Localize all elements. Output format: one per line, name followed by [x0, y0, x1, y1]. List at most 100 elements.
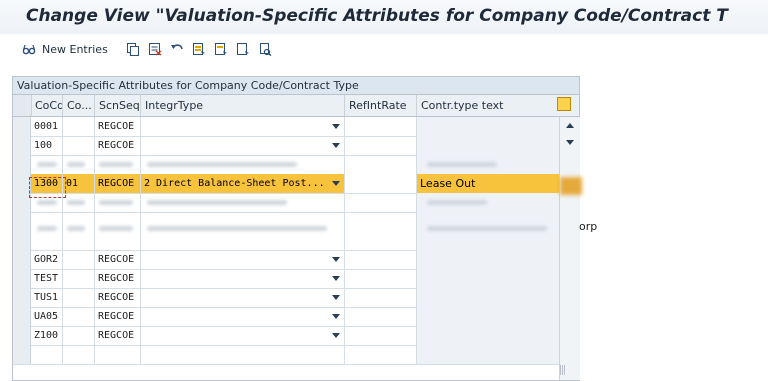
scnseq-cell[interactable]: REGCOE — [95, 117, 141, 136]
scnseq-cell[interactable]: REGCOE — [95, 269, 141, 288]
select-all-rows-button[interactable] — [13, 95, 32, 116]
co-cell[interactable] — [63, 155, 95, 174]
cocd-cell[interactable] — [31, 155, 63, 174]
refintrate-cell[interactable] — [345, 212, 417, 250]
copy-button[interactable] — [126, 41, 140, 57]
cocd-cell[interactable]: TEST — [31, 269, 63, 288]
application-toolbar: New Entries — [0, 34, 768, 64]
integrtype-dropdown[interactable] — [141, 326, 345, 345]
cocd-cell[interactable]: 100 — [31, 136, 63, 155]
cocd-cell[interactable]: TUS1 — [31, 288, 63, 307]
chevron-down-icon[interactable] — [332, 276, 340, 281]
co-cell[interactable] — [63, 288, 95, 307]
vertical-scrollbar[interactable] — [559, 117, 580, 380]
integrtype-dropdown[interactable] — [141, 307, 345, 326]
undo-button[interactable] — [170, 41, 184, 57]
scnseq-cell[interactable]: REGCOE — [95, 307, 141, 326]
co-cell[interactable] — [63, 193, 95, 212]
refintrate-cell[interactable] — [345, 155, 417, 174]
refintrate-cell[interactable] — [345, 288, 417, 307]
scroll-down-icon[interactable] — [566, 140, 574, 145]
scnseq-cell[interactable]: REGCOE — [95, 250, 141, 269]
column-header-cocd[interactable]: CoCd — [31, 95, 63, 116]
co-cell[interactable] — [63, 212, 95, 250]
refintrate-cell[interactable] — [345, 193, 417, 212]
deselect-all-button[interactable] — [236, 41, 250, 57]
cocd-cell[interactable] — [31, 345, 63, 364]
co-cell[interactable] — [63, 136, 95, 155]
scnseq-cell[interactable] — [95, 193, 141, 212]
refintrate-cell[interactable] — [345, 345, 417, 364]
integrtype-cell[interactable] — [141, 345, 345, 364]
co-cell[interactable] — [63, 117, 95, 136]
column-header-contr-type-text[interactable]: Contr.type text — [417, 95, 559, 116]
co-cell[interactable] — [63, 345, 95, 364]
refintrate-cell[interactable] — [345, 326, 417, 345]
row-selector[interactable] — [13, 212, 31, 250]
scnseq-cell[interactable] — [95, 345, 141, 364]
refintrate-cell[interactable] — [345, 250, 417, 269]
row-selector[interactable] — [13, 307, 31, 326]
integrtype-dropdown[interactable] — [141, 269, 345, 288]
integrtype-dropdown[interactable] — [141, 288, 345, 307]
chevron-down-icon[interactable] — [332, 143, 340, 148]
chevron-down-icon[interactable] — [332, 314, 340, 319]
row-selector[interactable] — [13, 250, 31, 269]
refintrate-cell[interactable] — [345, 136, 417, 155]
new-entries-button[interactable]: New Entries — [22, 41, 108, 57]
cocd-cell[interactable]: 0001 — [31, 117, 63, 136]
co-cell[interactable] — [63, 307, 95, 326]
print-button[interactable] — [258, 41, 272, 57]
refintrate-cell[interactable] — [345, 117, 417, 136]
integrtype-dropdown[interactable] — [141, 136, 345, 155]
row-selector[interactable] — [13, 117, 31, 136]
scnseq-cell[interactable]: REGCOE — [95, 136, 141, 155]
scnseq-cell[interactable]: REGCOE — [95, 326, 141, 345]
contr-type-text-cell — [417, 250, 559, 269]
integrtype-dropdown[interactable] — [141, 212, 345, 250]
row-selector[interactable] — [13, 345, 31, 364]
refintrate-cell[interactable] — [345, 307, 417, 326]
refintrate-cell[interactable] — [345, 269, 417, 288]
column-settings-icon[interactable] — [557, 97, 571, 111]
chevron-down-icon[interactable] — [332, 333, 340, 338]
select-all-button[interactable] — [192, 41, 206, 57]
cocd-cell[interactable]: Z100 — [31, 326, 63, 345]
row-selector[interactable] — [13, 326, 31, 345]
select-block-button[interactable] — [214, 41, 228, 57]
cocd-cell[interactable]: GOR2 — [31, 250, 63, 269]
chevron-down-icon[interactable] — [332, 181, 340, 186]
co-cell[interactable] — [63, 269, 95, 288]
chevron-down-icon[interactable] — [332, 257, 340, 262]
row-selector[interactable] — [13, 136, 31, 155]
refintrate-cell[interactable] — [345, 174, 417, 193]
row-selector[interactable] — [13, 288, 31, 307]
co-cell[interactable] — [63, 250, 95, 269]
column-header-refintrate[interactable]: RefIntRate — [345, 95, 417, 116]
table-control: Valuation-Specific Attributes for Compan… — [12, 76, 580, 381]
cocd-cell[interactable]: UA05 — [31, 307, 63, 326]
column-header-co[interactable]: Co... — [63, 95, 95, 116]
scnseq-cell[interactable] — [95, 212, 141, 250]
co-cell[interactable]: 01 — [63, 174, 95, 193]
row-selector[interactable] — [13, 155, 31, 174]
integrtype-dropdown[interactable] — [141, 117, 345, 136]
scnseq-cell[interactable] — [95, 155, 141, 174]
chevron-down-icon[interactable] — [332, 124, 340, 129]
scnseq-cell[interactable]: REGCOE — [95, 288, 141, 307]
row-selector[interactable] — [13, 269, 31, 288]
delete-button[interactable] — [148, 41, 162, 57]
column-header-integrtype[interactable]: IntegrType — [141, 95, 345, 116]
cocd-cell[interactable] — [31, 212, 63, 250]
resize-grip[interactable] — [560, 365, 566, 375]
scnseq-cell[interactable]: REGCOE — [95, 174, 141, 193]
integrtype-dropdown[interactable] — [141, 250, 345, 269]
scroll-up-icon[interactable] — [566, 123, 574, 128]
integrtype-dropdown[interactable] — [141, 193, 345, 212]
table-row: Z100 REGCOE — [13, 326, 559, 346]
integrtype-dropdown[interactable]: 2 Direct Balance-Sheet Post... — [141, 174, 345, 193]
column-header-scnseq[interactable]: ScnSeq — [95, 95, 141, 116]
integrtype-dropdown[interactable] — [141, 155, 345, 174]
chevron-down-icon[interactable] — [332, 295, 340, 300]
co-cell[interactable] — [63, 326, 95, 345]
